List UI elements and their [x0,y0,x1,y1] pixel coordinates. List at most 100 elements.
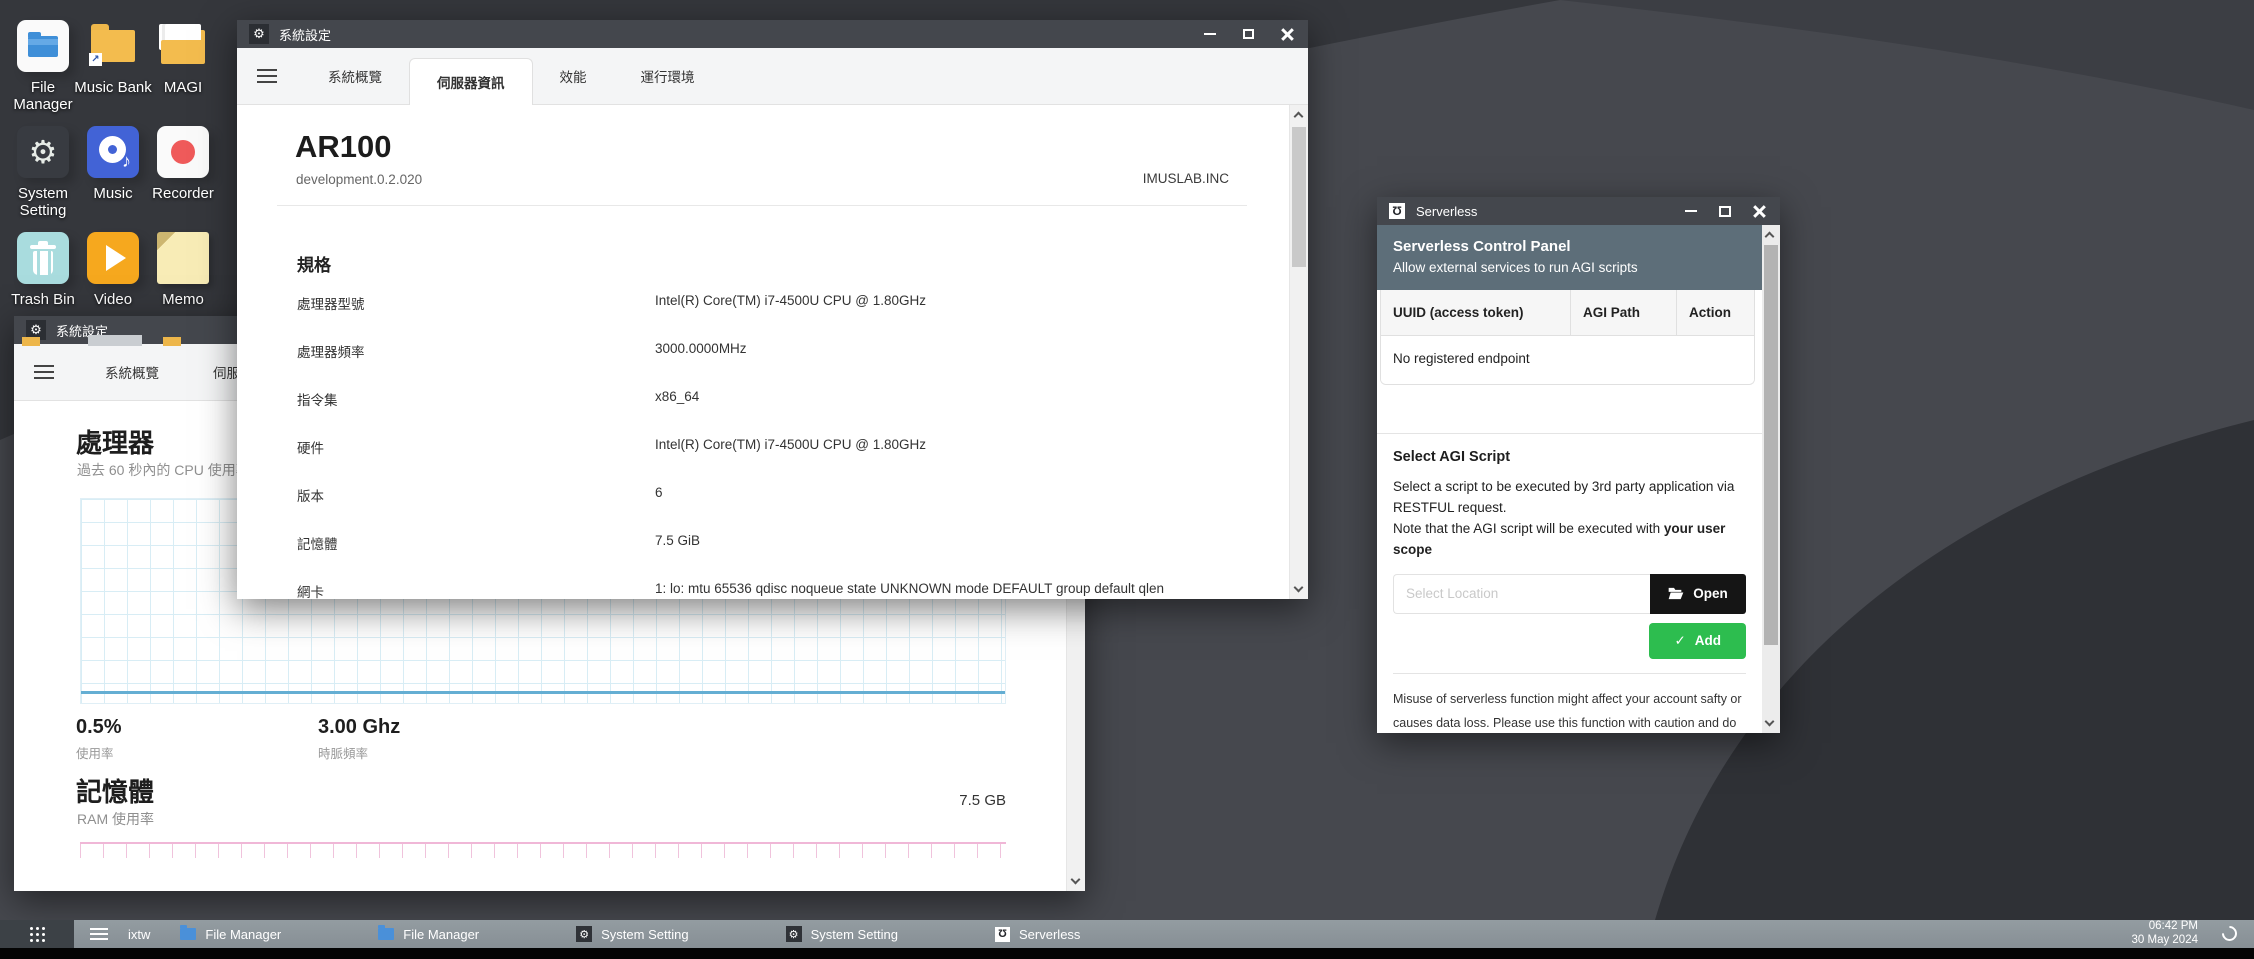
column-uuid: UUID (access token) [1381,290,1571,335]
scroll-up-icon[interactable] [1765,232,1775,242]
section-title: Select AGI Script [1393,449,1746,465]
spec-row: 記憶體7.5 GiB [297,517,1209,565]
server-info-panel: AR100 development.0.2.020 IMUSLAB.INC 規格… [237,105,1289,599]
gear-icon: ⚙ [786,926,802,942]
hidden-desktop-icon-sliver [22,337,40,346]
taskbar-item-file-manager[interactable]: File Manager [180,927,281,942]
desktop-icon-label: Video [74,291,152,308]
serverless-icon: Ʊ [1389,203,1405,219]
section-description: Select a script to be executed by 3rd pa… [1393,477,1746,519]
cpu-section-subtitle: 過去 60 秒內的 CPU 使用率 [77,460,250,480]
minimize-button[interactable] [1685,210,1697,212]
column-agi-path: AGI Path [1571,290,1677,335]
memory-section-subtitle: RAM 使用率 [77,809,154,829]
scroll-down-icon[interactable] [1765,717,1775,727]
window-title: 系統設定 [279,25,331,44]
endpoint-table-header: UUID (access token) AGI Path Action [1381,290,1754,336]
desktop-icon-video[interactable]: Video [74,232,152,308]
memory-section-title: 記憶體 [76,772,154,809]
script-location-input[interactable] [1393,574,1650,614]
maximize-button[interactable] [1243,29,1254,39]
desktop-icon-music-bank[interactable]: ↗ Music Bank [74,20,152,96]
shortcut-arrow-icon: ↗ [89,53,102,66]
ram-usage-chart [80,842,1006,858]
desktop-icon-label: MAGI [144,79,222,96]
desktop-icon-label: Trash Bin [4,291,82,308]
select-agi-script-section: Select AGI Script Select a script to be … [1377,434,1762,674]
window-titlebar[interactable]: Ʊ Serverless [1377,197,1780,225]
close-button[interactable] [1281,28,1294,41]
scroll-down-icon[interactable] [1071,875,1081,885]
spec-row: 網卡1: lo: mtu 65536 qdisc noqueue state U… [297,565,1209,599]
system-setting-window-server-info[interactable]: ⚙ 系統設定 系統概覽 伺服器資訊 效能 運行環境 AR100 developm… [237,20,1308,599]
tab-performance[interactable]: 效能 [533,48,614,104]
cpu-usage-stat: 0.5% 使用率 [76,716,122,762]
panel-title: Serverless Control Panel [1393,238,1746,255]
desktop-icon-magi[interactable]: MAGI [144,20,222,96]
play-icon [87,232,139,284]
open-folder-icon [1668,587,1684,600]
desktop-icon-label: Music Bank [74,79,152,96]
desktop-icon-trash-bin[interactable]: Trash Bin [4,232,82,308]
spec-row: 處理器頻率3000.0000MHz [297,325,1209,373]
memo-note-icon [157,232,209,284]
spec-row: 硬件Intel(R) Core(TM) i7-4500U CPU @ 1.80G… [297,421,1209,469]
tab-server-info[interactable]: 伺服器資訊 [409,58,533,105]
column-action: Action [1677,290,1754,335]
scrollbar-thumb[interactable] [1292,127,1306,267]
taskbar-item-system-setting[interactable]: ⚙ System Setting [576,926,688,942]
tab-runtime[interactable]: 運行環境 [614,48,722,104]
build-version: development.0.2.020 [296,172,422,187]
maximize-button[interactable] [1719,206,1731,217]
desktop-icon-label: File Manager [4,79,82,113]
window-titlebar[interactable]: ⚙ 系統設定 [237,20,1308,48]
section-note: Note that the AGI script will be execute… [1393,519,1746,561]
spec-row: 指令集x86_64 [297,373,1209,421]
taskbar-item-file-manager[interactable]: File Manager [378,927,479,942]
scroll-up-icon[interactable] [1294,112,1304,122]
serverless-window[interactable]: Ʊ Serverless Serverless Control Panel Al… [1377,197,1780,733]
window-title: Serverless [1416,204,1477,219]
scroll-down-icon[interactable] [1294,583,1304,593]
close-button[interactable] [1753,205,1766,218]
taskbar-menu-button[interactable] [90,925,108,943]
clock[interactable]: 06:42 PM 30 May 2024 [2132,919,2199,949]
spec-row: 處理器型號Intel(R) Core(TM) i7-4500U CPU @ 1.… [297,277,1209,325]
desktop: File Manager ↗ Music Bank MAGI ⚙ System … [0,0,2254,959]
desktop-icon-recorder[interactable]: Recorder [144,126,222,202]
serverless-icon: Ʊ [995,927,1010,942]
clock-date: 30 May 2024 [2132,933,2199,947]
desktop-icon-file-manager[interactable]: File Manager [4,20,82,113]
menu-icon[interactable] [257,65,277,87]
gear-icon: ⚙ [17,126,69,178]
music-note-icon: ♪ [122,151,131,172]
minimize-button[interactable] [1204,33,1216,35]
taskbar: ixtw File Manager File Manager ⚙ System … [0,920,2254,948]
open-button[interactable]: Open [1650,574,1746,614]
gear-icon: ⚙ [249,24,269,44]
power-icon[interactable] [2219,923,2240,944]
desktop-icon-system-setting[interactable]: ⚙ System Setting [4,126,82,219]
menu-icon[interactable] [34,361,54,383]
tab-system-overview[interactable]: 系統概覽 [301,48,409,104]
scrollbar[interactable] [1762,225,1780,733]
add-button[interactable]: ✓ Add [1649,623,1746,659]
taskbar-item-system-setting[interactable]: ⚙ System Setting [786,926,898,942]
scrollbar[interactable] [1289,105,1308,599]
folder-documents-icon [157,20,209,72]
desktop-icon-label: Memo [144,291,222,308]
app-launcher-button[interactable] [0,920,74,948]
folder-icon [378,928,394,940]
taskbar-item-serverless[interactable]: Ʊ Serverless [995,927,1080,942]
tab-system-overview[interactable]: 系統概覽 [78,344,186,400]
desktop-icon-memo[interactable]: Memo [144,232,222,308]
spec-row: 版本6 [297,469,1209,517]
scrollbar-thumb[interactable] [1764,245,1778,645]
settings-tabbar: 系統概覽 伺服器資訊 效能 運行環境 [237,48,1308,105]
hidden-desktop-icon-sliver [163,337,181,346]
desktop-icon-label: System Setting [4,185,82,219]
cpu-clock-stat: 3.00 Ghz 時脈頻率 [318,716,400,762]
username-label: ixtw [128,927,150,942]
hostname: AR100 [295,129,392,165]
desktop-icon-music[interactable]: ♪ Music [74,126,152,202]
